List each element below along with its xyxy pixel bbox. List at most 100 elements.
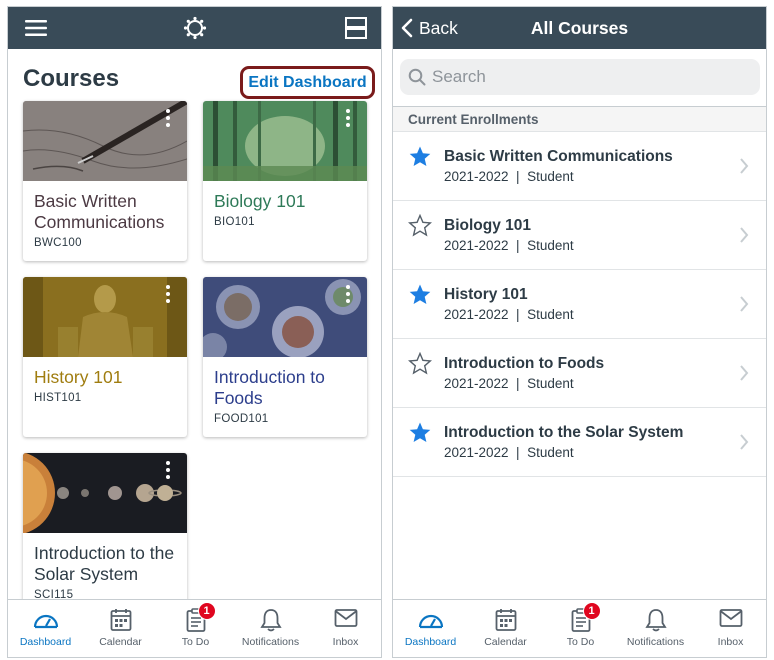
card-options-button[interactable] [165, 109, 171, 127]
tab-label: Inbox [717, 636, 744, 648]
course-row[interactable]: Biology 101 2021-2022 | Student [393, 201, 766, 270]
chevron-right-icon [740, 296, 749, 312]
tab-todo[interactable]: 1 To Do [543, 600, 618, 657]
tab-dashboard[interactable]: Dashboard [8, 600, 83, 657]
tab-notifications[interactable]: Notifications [618, 600, 693, 657]
food-plates-image [203, 277, 367, 357]
tab-label: Calendar [484, 636, 527, 648]
lincoln-statue-image [23, 277, 187, 357]
chevron-right-icon [740, 365, 749, 381]
course-name: Biology 101 [214, 191, 306, 211]
back-button[interactable]: Back [401, 7, 458, 49]
dashboard-icon [33, 614, 58, 629]
search-input[interactable]: Search [400, 59, 760, 95]
tab-calendar[interactable]: Calendar [468, 600, 543, 657]
pen-writing-image [23, 101, 187, 181]
course-name: Introduction to Foods [214, 367, 325, 408]
course-card[interactable]: Introduction to Foods FOOD101 [203, 277, 367, 437]
tab-inbox[interactable]: Inbox [693, 600, 766, 657]
todo-badge: 1 [582, 602, 601, 620]
course-term: 2021-2022 | Student [444, 169, 574, 184]
hamburger-icon [25, 20, 47, 36]
card-options-button[interactable] [165, 461, 171, 479]
tab-label: To Do [566, 636, 595, 648]
dashboard-icon [418, 614, 443, 629]
bell-icon [259, 609, 282, 632]
search-placeholder: Search [432, 67, 486, 86]
tab-label: Notifications [626, 636, 685, 648]
chevron-right-icon [740, 227, 749, 243]
calendar-icon [495, 609, 516, 631]
dashboard-screen: Courses Edit Dashboard Basic Written Com… [7, 6, 382, 658]
course-name: Introduction to the Solar System [444, 424, 684, 441]
course-code: BIO101 [214, 216, 255, 228]
calendar-icon [110, 609, 131, 631]
bell-icon [644, 609, 667, 632]
tab-dashboard[interactable]: Dashboard [393, 600, 468, 657]
tab-label: Notifications [241, 636, 300, 648]
star-outline-icon[interactable] [408, 214, 432, 238]
tab-inbox[interactable]: Inbox [308, 600, 381, 657]
layout-toggle-button[interactable] [336, 7, 376, 49]
course-code: FOOD101 [214, 413, 269, 425]
all-courses-screen: All Courses Back Search Current Enrollme… [392, 6, 767, 658]
course-name: Biology 101 [444, 217, 531, 234]
star-filled-icon[interactable] [408, 145, 432, 169]
course-name: Basic Written Communications [34, 191, 165, 232]
course-row[interactable]: Introduction to the Solar System 2021-20… [393, 408, 766, 477]
tab-label: To Do [181, 636, 210, 648]
star-filled-icon[interactable] [408, 421, 432, 445]
course-card[interactable]: History 101 HIST101 [23, 277, 187, 437]
tab-calendar[interactable]: Calendar [83, 600, 158, 657]
course-code: BWC100 [34, 237, 82, 249]
course-card[interactable]: Biology 101 BIO101 [203, 101, 367, 261]
section-header: Current Enrollments [393, 106, 766, 132]
card-options-button[interactable] [345, 285, 351, 303]
course-name: Basic Written Communications [444, 148, 673, 165]
tab-notifications[interactable]: Notifications [233, 600, 308, 657]
card-options-button[interactable] [345, 109, 351, 127]
back-label: Back [419, 17, 458, 38]
grid-layout-icon [345, 17, 367, 39]
tab-label: Dashboard [404, 636, 457, 648]
course-name: History 101 [34, 367, 123, 387]
course-term: 2021-2022 | Student [444, 445, 574, 460]
chevron-right-icon [740, 158, 749, 174]
tab-bar: Dashboard Calendar 1 To Do Notifications… [8, 599, 381, 657]
search-icon [408, 68, 426, 86]
todo-badge: 1 [197, 602, 216, 620]
course-term: 2021-2022 | Student [444, 238, 574, 253]
edit-dashboard-button[interactable]: Edit Dashboard [240, 66, 375, 99]
course-code: HIST101 [34, 392, 82, 404]
tab-todo[interactable]: 1 To Do [158, 600, 233, 657]
course-row[interactable]: History 101 2021-2022 | Student [393, 270, 766, 339]
canvas-logo [175, 7, 215, 49]
tab-label: Inbox [332, 636, 359, 648]
course-term: 2021-2022 | Student [444, 376, 574, 391]
inbox-icon [334, 609, 357, 627]
menu-button[interactable] [16, 7, 56, 49]
tab-label: Dashboard [19, 636, 72, 648]
inbox-icon [719, 609, 742, 627]
course-card[interactable]: Introduction to the Solar System SCI115 [23, 453, 187, 613]
card-options-button[interactable] [165, 285, 171, 303]
nav-bar: All Courses Back [393, 7, 766, 49]
course-row[interactable]: Introduction to Foods 2021-2022 | Studen… [393, 339, 766, 408]
tab-bar: Dashboard Calendar 1 To Do Notifications… [393, 599, 766, 657]
planets-image [23, 453, 187, 533]
course-name: History 101 [444, 286, 528, 303]
course-name: Introduction to the Solar System [34, 543, 175, 584]
chevron-right-icon [740, 434, 749, 450]
star-outline-icon[interactable] [408, 352, 432, 376]
course-row[interactable]: Basic Written Communications 2021-2022 |… [393, 132, 766, 201]
canvas-logo-icon [183, 16, 207, 40]
course-card[interactable]: Basic Written Communications BWC100 [23, 101, 187, 261]
course-name: Introduction to Foods [444, 355, 605, 372]
star-filled-icon[interactable] [408, 283, 432, 307]
chevron-left-icon [401, 18, 413, 38]
tab-label: Calendar [99, 636, 142, 648]
course-term: 2021-2022 | Student [444, 307, 574, 322]
nav-bar [8, 7, 381, 49]
page-title: Courses [23, 65, 120, 92]
forest-image [203, 101, 367, 181]
